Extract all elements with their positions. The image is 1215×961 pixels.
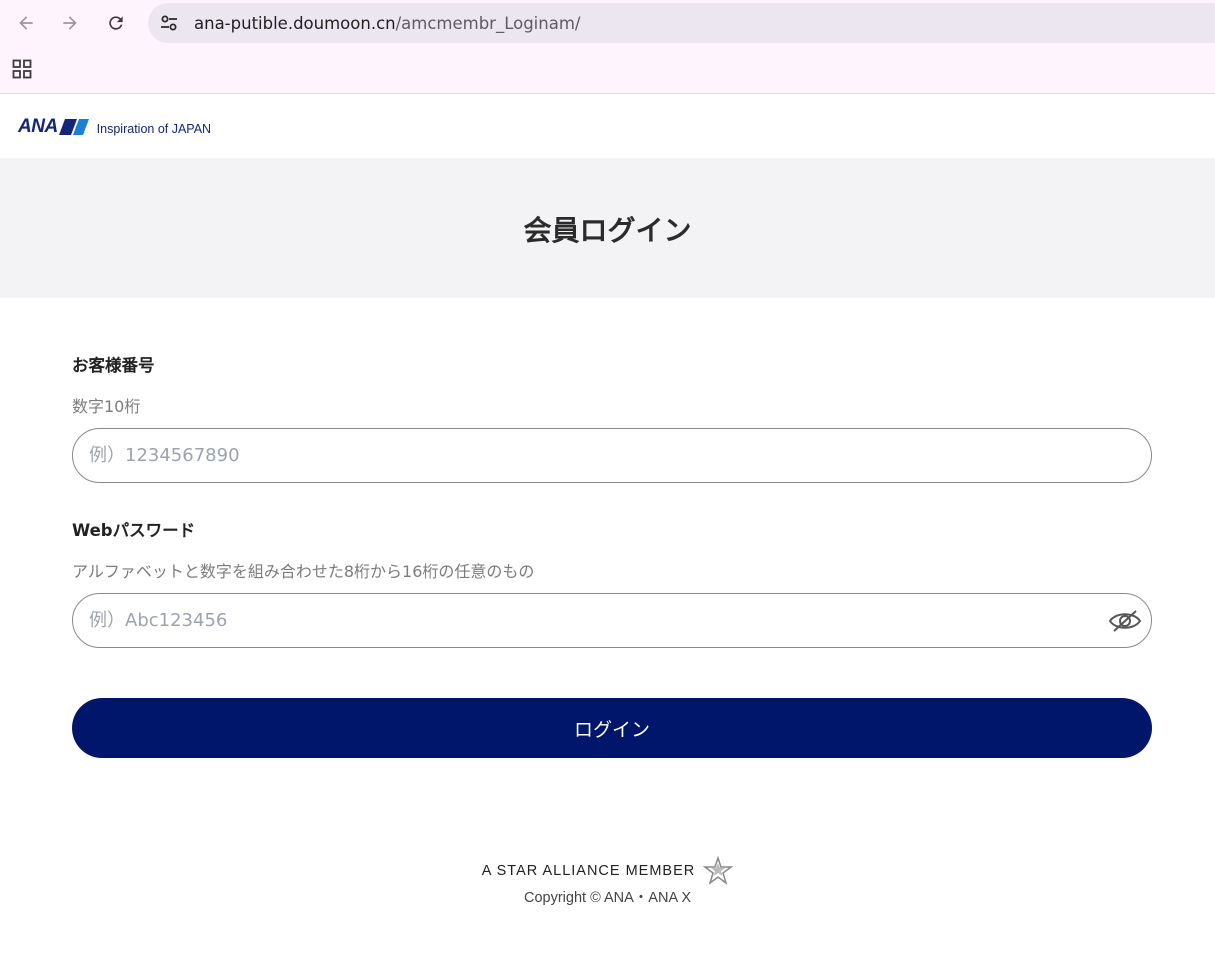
bookmarks-bar — [0, 46, 1215, 94]
title-band: 会員ログイン — [0, 158, 1215, 298]
url-text[interactable]: ana-putible.doumoon.cn/amcmembr_Loginam/ — [194, 14, 580, 33]
password-hint: アルファベットと数字を組み合わせた8桁から16桁の任意のもの — [72, 562, 535, 581]
logo-word: ANA — [18, 116, 58, 137]
password-field[interactable] — [72, 593, 1152, 648]
copyright: Copyright © ANA・ANA X — [523, 890, 692, 906]
login-button[interactable]: ログイン — [72, 698, 1152, 758]
page-title: 会員ログイン — [523, 214, 692, 247]
reload-icon — [109, 16, 123, 30]
customer-number-input[interactable] — [89, 429, 1089, 482]
customer-number-label: お客様番号 — [72, 356, 155, 375]
site-header: ANA Inspiration of JAPAN — [0, 95, 1215, 158]
tune-icon[interactable] — [158, 12, 180, 34]
password-label: Webパスワード — [72, 521, 196, 540]
arrow-right-icon — [63, 16, 77, 30]
arrow-left-icon — [19, 16, 33, 30]
alliance-text: A STAR ALLIANCE MEMBER — [481, 863, 696, 879]
back-button[interactable] — [11, 8, 41, 38]
star-alliance-icon — [703, 856, 734, 885]
reload-button[interactable] — [101, 8, 131, 38]
password-visibility-toggle[interactable] — [1107, 604, 1143, 638]
browser-toolbar: ana-putible.doumoon.cn/amcmembr_Loginam/ — [0, 0, 1215, 46]
star-alliance-footer: A STAR ALLIANCE MEMBER — [0, 856, 1215, 886]
customer-number-hint: 数字10桁 — [72, 397, 141, 416]
address-bar[interactable]: ana-putible.doumoon.cn/amcmembr_Loginam/ — [148, 3, 1215, 43]
customer-number-field[interactable] — [72, 428, 1152, 483]
apps-grid-icon[interactable] — [12, 59, 32, 79]
logo-tagline: Inspiration of JAPAN — [96, 122, 212, 136]
logo-stripes-icon — [58, 119, 89, 135]
forward-button[interactable] — [55, 8, 85, 38]
ana-logo[interactable]: ANA Inspiration of JAPAN — [18, 116, 211, 138]
password-input[interactable] — [89, 594, 1049, 647]
url-host: ana-putible.doumoon.cn — [194, 14, 396, 33]
eye-off-icon — [1108, 610, 1142, 632]
url-path: /amcmembr_Loginam/ — [395, 14, 581, 33]
